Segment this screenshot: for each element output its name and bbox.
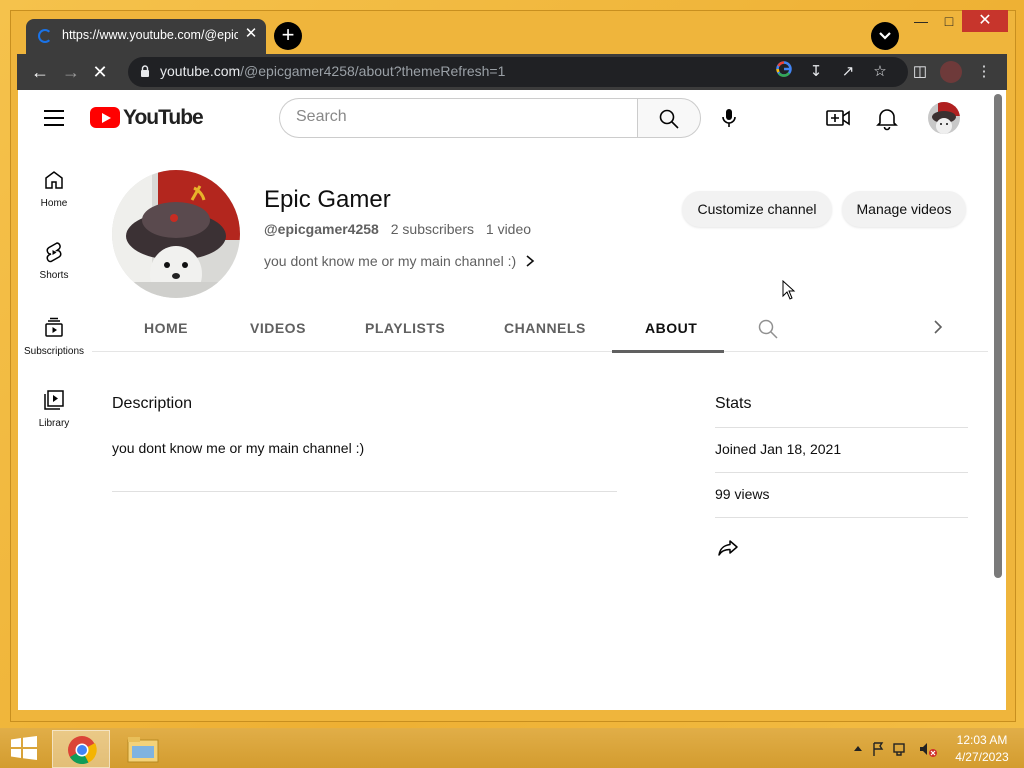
description-heading: Description: [112, 395, 193, 412]
sidebar-item-library[interactable]: Library: [20, 388, 88, 429]
share-page-icon[interactable]: ↗: [837, 61, 859, 83]
library-icon: [44, 390, 64, 410]
clock-time[interactable]: 12:03 AM: [952, 733, 1012, 747]
sidebar-item-subscriptions[interactable]: Subscriptions: [20, 316, 88, 357]
search-icon: [659, 109, 679, 129]
window-minimize-button[interactable]: —: [906, 10, 936, 32]
channel-tagline[interactable]: you dont know me or my main channel :): [264, 253, 516, 269]
address-url: youtube.com/@epicgamer4258/about?themeRe…: [160, 63, 505, 79]
guide-menu-icon[interactable]: [44, 110, 64, 126]
window-close-button[interactable]: ✕: [962, 10, 1008, 32]
tab-close-button[interactable]: ✕: [242, 25, 260, 43]
profile-avatar-icon[interactable]: [940, 61, 962, 83]
search-input[interactable]: [296, 108, 616, 126]
channel-name: Epic Gamer: [264, 186, 391, 213]
forward-button[interactable]: →: [57, 58, 85, 86]
chevron-down-icon: [879, 32, 891, 40]
system-tray[interactable]: [850, 740, 945, 758]
share-channel-icon[interactable]: [716, 536, 740, 560]
sidebar-item-label: Home: [40, 198, 68, 209]
lock-icon: [141, 65, 149, 77]
tab-channels[interactable]: CHANNELS: [504, 320, 586, 336]
channel-meta: @epicgamer4258 2 subscribers 1 video: [264, 221, 539, 237]
sidebar-item-label: Shorts: [39, 270, 69, 281]
url-host: youtube.com: [160, 63, 241, 79]
search-button[interactable]: [637, 98, 701, 138]
stats-divider: [715, 517, 968, 518]
sidebar-item-label: Library: [38, 418, 70, 429]
mouse-cursor-icon: [782, 280, 796, 300]
subscriptions-icon: [45, 317, 63, 337]
customize-channel-button[interactable]: Customize channel: [682, 191, 832, 227]
clock-date[interactable]: 4/27/2023: [952, 750, 1012, 764]
tabs-scroll-right-icon[interactable]: [932, 318, 944, 341]
windows-start-icon[interactable]: [10, 736, 38, 760]
account-avatar[interactable]: [928, 102, 960, 134]
shorts-icon: [46, 242, 62, 263]
taskbar-file-explorer-button[interactable]: [120, 730, 166, 768]
loading-spinner-icon: [38, 29, 52, 43]
stop-loading-button[interactable]: ✕: [86, 58, 114, 86]
side-panel-icon[interactable]: ◫: [909, 61, 931, 83]
page-scrollbar[interactable]: [994, 94, 1002, 578]
action-center-flag-icon: [873, 742, 884, 756]
channel-search-icon[interactable]: [758, 319, 778, 339]
stats-divider: [715, 472, 968, 473]
active-tab-indicator: [612, 350, 724, 353]
description-text: you dont know me or my main channel :): [112, 440, 365, 456]
volume-icon: [920, 743, 927, 755]
url-path: /@epicgamer4258/about?themeRefresh=1: [240, 63, 506, 79]
tab-videos[interactable]: VIDEOS: [250, 320, 306, 336]
youtube-play-icon: [90, 107, 120, 128]
stats-heading: Stats: [715, 395, 752, 412]
back-button[interactable]: ←: [26, 58, 54, 86]
google-lens-icon[interactable]: [773, 61, 795, 83]
folder-icon: [127, 737, 159, 763]
install-app-icon[interactable]: ↧: [805, 61, 827, 83]
channel-handle: @epicgamer4258: [264, 221, 379, 237]
notifications-bell-icon[interactable]: [873, 104, 901, 132]
tray-expand-icon: [854, 746, 862, 751]
chevron-right-icon[interactable]: [524, 253, 536, 273]
tab-about[interactable]: ABOUT: [645, 320, 697, 336]
taskbar-chrome-button[interactable]: [52, 730, 110, 768]
view-count: 99 views: [715, 486, 770, 502]
youtube-wordmark: YouTube: [123, 106, 204, 129]
sidebar-item-home[interactable]: Home: [20, 168, 88, 209]
joined-date: Joined Jan 18, 2021: [715, 441, 842, 457]
video-count: 1 video: [485, 221, 532, 237]
chrome-icon: [68, 736, 97, 765]
network-icon: [893, 743, 905, 753]
window-maximize-button[interactable]: □: [934, 10, 964, 32]
manage-videos-button[interactable]: Manage videos: [842, 191, 966, 227]
sidebar-item-shorts[interactable]: Shorts: [20, 240, 88, 281]
chrome-menu-icon[interactable]: ⋮: [973, 61, 995, 83]
create-video-icon[interactable]: [824, 104, 852, 132]
sidebar-item-label: Subscriptions: [23, 346, 85, 357]
tab-home[interactable]: HOME: [144, 320, 188, 336]
tab-playlists[interactable]: PLAYLISTS: [365, 320, 445, 336]
subscriber-count: 2 subscribers: [390, 221, 474, 237]
stats-divider: [715, 427, 968, 428]
description-divider: [112, 491, 617, 492]
browser-tab[interactable]: https://www.youtube.com/@epicgamer4258/a…: [26, 19, 266, 54]
bookmark-star-icon[interactable]: ☆: [869, 61, 891, 83]
home-icon: [45, 171, 63, 189]
new-tab-button[interactable]: +: [274, 22, 302, 50]
channel-avatar[interactable]: [112, 170, 240, 298]
tab-search-button[interactable]: [871, 22, 899, 50]
tab-title: https://www.youtube.com/@epicgamer4258/a…: [62, 28, 238, 42]
microphone-icon[interactable]: [714, 103, 744, 133]
search-box[interactable]: [279, 98, 638, 138]
